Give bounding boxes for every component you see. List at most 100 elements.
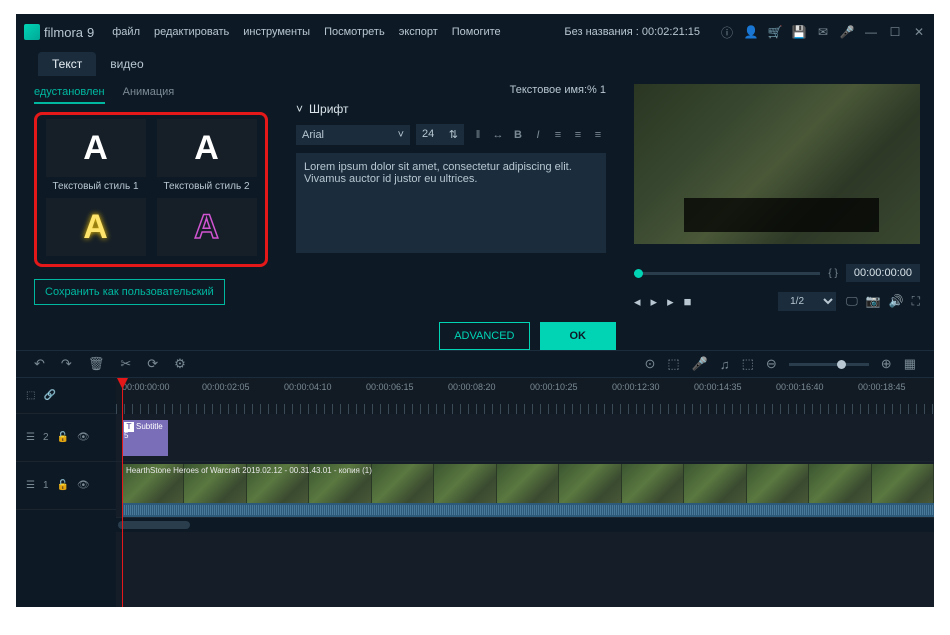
line-height-icon[interactable]: ‖ — [470, 127, 486, 143]
progress-handle[interactable] — [634, 269, 643, 278]
subtab-preset[interactable]: едустановлен — [34, 86, 105, 104]
ruler-mark: 00:00:12:30 — [612, 382, 660, 392]
history-icon[interactable]: ⟳ — [147, 356, 158, 372]
track-header-2: ☰ 2 🔓 👁 — [16, 414, 116, 462]
align-left-icon[interactable]: ≡ — [550, 127, 566, 143]
link-icon[interactable]: 🔗 — [43, 390, 55, 401]
timeline-scrollbar[interactable] — [116, 518, 934, 532]
music-icon[interactable]: ♫ — [720, 357, 730, 372]
cart-icon[interactable]: 🛒 — [768, 25, 782, 39]
info-icon[interactable]: ⓘ — [720, 25, 734, 39]
preview-video[interactable] — [634, 84, 920, 244]
ruler-mark: 00:00:14:35 — [694, 382, 742, 392]
chevron-down-icon: ˅ — [296, 102, 303, 116]
menu-help[interactable]: Помогите — [452, 26, 501, 38]
letter-spacing-icon[interactable]: ↔ — [490, 127, 506, 143]
menu-file[interactable]: файл — [112, 26, 140, 38]
menu-export[interactable]: экспорт — [399, 26, 438, 38]
font-size-input[interactable]: 24 ⇅ — [416, 124, 464, 145]
play-icon[interactable]: ⊙ — [644, 356, 655, 372]
action-buttons: ADVANCED OK — [439, 322, 616, 350]
timeline: ⬚ 🔗 ☰ 2 🔓 👁 ☰ 1 🔓 👁 00:00:00:00 00:00:02… — [16, 378, 934, 607]
bold-icon[interactable]: B — [510, 127, 526, 143]
save-custom-button[interactable]: Сохранить как пользовательский — [34, 279, 225, 305]
italic-icon[interactable]: I — [530, 127, 546, 143]
progress-bar[interactable] — [634, 272, 820, 275]
titlebar: filmora9 файл редактировать инструменты … — [16, 14, 934, 50]
advanced-button[interactable]: ADVANCED — [439, 322, 529, 350]
text-name-label: Текстовое имя:% 1 — [296, 84, 606, 96]
zoom-in-icon[interactable]: ⊕ — [881, 356, 892, 372]
menu-tools[interactable]: инструменты — [243, 26, 310, 38]
delete-icon[interactable]: 🗑 — [88, 356, 105, 372]
tab-video[interactable]: видео — [96, 52, 157, 76]
cut-icon[interactable]: ✂ — [120, 356, 131, 372]
redo-icon[interactable]: ↷ — [61, 356, 72, 372]
minimize-icon[interactable]: — — [864, 25, 878, 39]
text-style-3[interactable]: A — [43, 198, 148, 256]
track-1[interactable]: HearthStone Heroes of Warcraft 2019.02.1… — [116, 462, 934, 518]
subtab-animation[interactable]: Анимация — [123, 86, 175, 104]
stop-button[interactable]: ■ — [684, 294, 692, 309]
crop-icon[interactable]: ⬚ — [742, 356, 754, 372]
text-style-4[interactable]: A — [154, 198, 259, 256]
text-style-1[interactable]: A Текстовый стиль 1 — [43, 119, 148, 192]
speed-select[interactable]: 1/2 — [778, 292, 836, 311]
text-style-2[interactable]: A Текстовый стиль 2 — [154, 119, 259, 192]
main-menu: файл редактировать инструменты Посмотрет… — [112, 26, 500, 38]
zoom-knob[interactable] — [837, 360, 846, 369]
mail-icon[interactable]: ✉ — [816, 25, 830, 39]
align-center-icon[interactable]: ≡ — [570, 127, 586, 143]
zoom-out-icon[interactable]: ⊖ — [766, 356, 777, 372]
lock-icon[interactable]: 🔓 — [57, 480, 69, 491]
collapse-icon[interactable]: ☰ — [26, 432, 35, 443]
subtitle-clip[interactable]: Subtitle 5 — [122, 420, 168, 456]
ruler-mark: 00:00:04:10 — [284, 382, 332, 392]
ruler-mark: 00:00:18:45 — [858, 382, 906, 392]
prev-frame-button[interactable]: ◂ — [634, 294, 641, 310]
snapshot-icon[interactable]: 📷 — [866, 294, 881, 309]
frame-info: { } — [828, 268, 837, 279]
visibility-icon[interactable]: 👁 — [77, 480, 90, 491]
stepper-icon: ⇅ — [449, 128, 458, 141]
settings-icon[interactable]: ⚙ — [174, 356, 186, 372]
window-controls: ⓘ 👤 🛒 💾 ✉ 🎤 — ☐ ✕ — [720, 25, 926, 39]
ruler[interactable]: 00:00:00:00 00:00:02:05 00:00:04:10 00:0… — [116, 378, 934, 414]
layers-icon[interactable]: ⬚ — [26, 390, 35, 401]
zoom-slider[interactable] — [789, 363, 869, 366]
align-right-icon[interactable]: ≡ — [590, 127, 606, 143]
ok-button[interactable]: OK — [540, 322, 617, 350]
marker-icon[interactable]: ⬚ — [667, 356, 679, 372]
track-2[interactable]: Subtitle 5 — [116, 414, 934, 462]
monitor-icon[interactable]: 🖵 — [846, 294, 858, 309]
video-clip[interactable]: HearthStone Heroes of Warcraft 2019.02.1… — [122, 464, 934, 508]
text-content-input[interactable]: Lorem ipsum dolor sit amet, consectetur … — [296, 153, 606, 253]
collapse-icon[interactable]: ☰ — [26, 480, 35, 491]
audio-waveform[interactable] — [122, 503, 934, 517]
undo-icon[interactable]: ↶ — [34, 356, 45, 372]
menu-edit[interactable]: редактировать — [154, 26, 229, 38]
fit-icon[interactable]: ▦ — [904, 356, 916, 372]
track-number: 1 — [43, 480, 49, 491]
close-icon[interactable]: ✕ — [912, 25, 926, 39]
save-icon[interactable]: 💾 — [792, 25, 806, 39]
timeline-tracks[interactable]: 00:00:00:00 00:00:02:05 00:00:04:10 00:0… — [116, 378, 934, 607]
mic-icon[interactable]: 🎤 — [840, 25, 854, 39]
visibility-icon[interactable]: 👁 — [77, 432, 90, 443]
lock-icon[interactable]: 🔓 — [57, 432, 69, 443]
play-slow-button[interactable]: ▸ — [667, 294, 674, 310]
menu-view[interactable]: Посмотреть — [324, 26, 385, 38]
scrollbar-thumb[interactable] — [118, 521, 190, 529]
play-button[interactable]: ▸ — [651, 294, 658, 310]
track-number: 2 — [43, 432, 49, 443]
style-preview-icon: A — [194, 208, 219, 247]
volume-icon[interactable]: 🔊 — [889, 294, 904, 309]
voiceover-icon[interactable]: 🎤 — [692, 356, 708, 372]
maximize-icon[interactable]: ☐ — [888, 25, 902, 39]
fullscreen-icon[interactable]: ⛶ — [912, 294, 920, 309]
playhead[interactable] — [122, 378, 123, 607]
user-icon[interactable]: 👤 — [744, 25, 758, 39]
tab-text[interactable]: Текст — [38, 52, 96, 76]
font-section-header[interactable]: ˅ Шрифт — [296, 102, 606, 116]
font-family-select[interactable]: Arial ˅ — [296, 125, 410, 145]
